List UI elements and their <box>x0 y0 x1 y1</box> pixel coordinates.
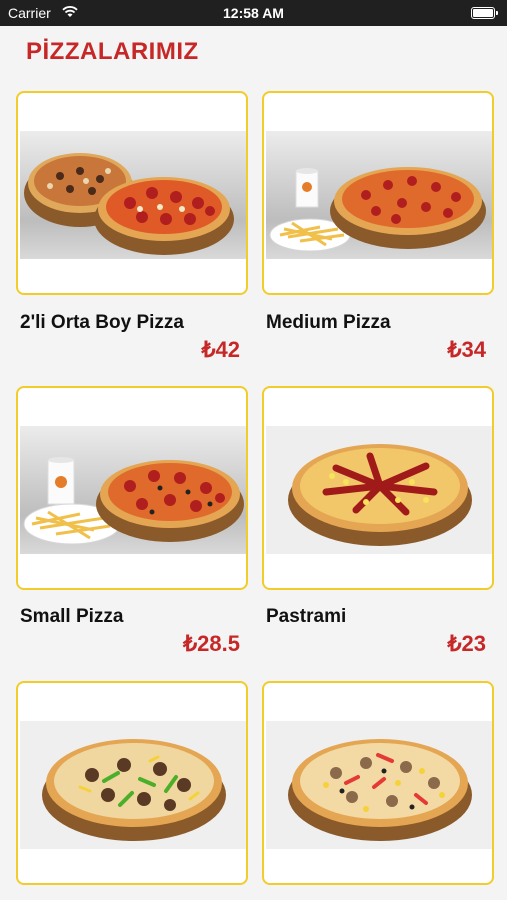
product-name: 2'li Orta Boy Pizza <box>20 312 184 333</box>
product-price: ₺23 <box>447 631 486 656</box>
clock: 12:58 AM <box>223 5 284 21</box>
product-image <box>266 131 492 259</box>
product-price: ₺42 <box>201 337 240 362</box>
product-card[interactable] <box>16 91 248 295</box>
product-image <box>20 131 246 259</box>
product-name: Medium Pizza <box>266 312 391 333</box>
product-card[interactable] <box>16 386 248 590</box>
product-price: ₺28.5 <box>183 631 240 656</box>
page-title: PİZZALARIMIZ <box>26 38 199 65</box>
product-card[interactable] <box>16 681 248 885</box>
product-image <box>266 721 492 849</box>
product-card[interactable] <box>262 386 494 590</box>
product-price: ₺34 <box>447 337 486 362</box>
product-image <box>266 426 492 554</box>
product-card[interactable] <box>262 681 494 885</box>
product-name: Pastrami <box>266 606 347 627</box>
status-bar: Carrier 12:58 AM <box>0 0 507 26</box>
product-name: Small Pizza <box>20 606 124 627</box>
battery-icon <box>471 7 498 19</box>
product-card[interactable] <box>262 91 494 295</box>
product-image <box>20 426 246 554</box>
product-image <box>20 721 246 849</box>
